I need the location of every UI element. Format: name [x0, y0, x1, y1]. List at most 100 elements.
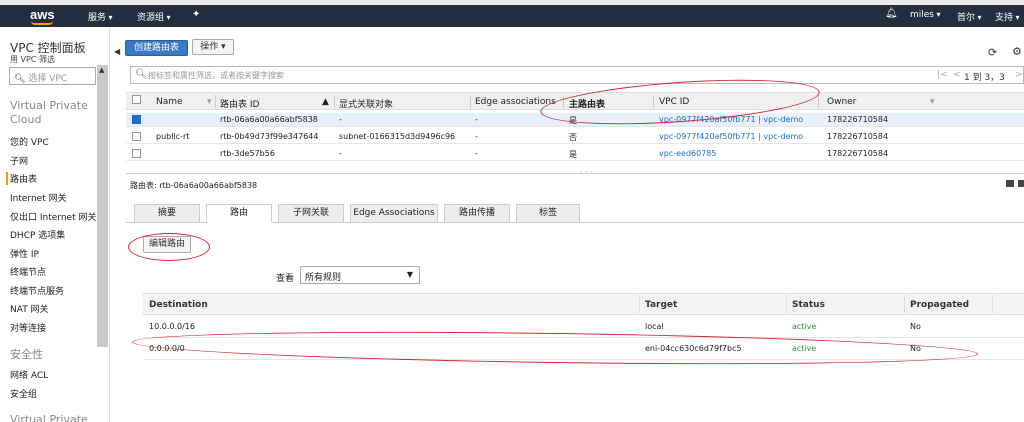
- cell-vpc-link[interactable]: vpc-0977f420af50fb771 | vpc-demo: [659, 132, 803, 141]
- tab-subnet-assoc[interactable]: 子网关联: [278, 204, 344, 223]
- region-menu[interactable]: 首尔: [957, 10, 982, 23]
- chevron-down-icon: ▼: [406, 270, 413, 279]
- sidebar-item-subnets[interactable]: 子网: [10, 154, 28, 167]
- route-propagated: No: [910, 322, 921, 331]
- sort-icon[interactable]: ▾: [930, 97, 935, 107]
- tab-edge-associations[interactable]: Edge Associations: [350, 204, 438, 223]
- sidebar-item-elastic-ip[interactable]: 弹性 IP: [10, 247, 39, 260]
- col-divider: [639, 295, 640, 313]
- sidebar-item-egress-only-gateways[interactable]: 仅出口 Internet 网关: [10, 210, 96, 223]
- sidebar-section-vpn: Virtual Private: [10, 413, 88, 422]
- aws-logo-smile: [31, 21, 53, 25]
- next-page-icon[interactable]: >: [1015, 70, 1023, 80]
- col-destination[interactable]: Destination: [149, 300, 208, 310]
- aws-logo[interactable]: aws: [30, 7, 55, 22]
- cell-id: rtb-3de57b56: [220, 149, 275, 158]
- sidebar-section-security: 安全性: [10, 348, 43, 361]
- sidebar-item-peering[interactable]: 对等连接: [10, 321, 46, 334]
- vpc-filter-select[interactable]: 🔍︎ 选择 VPC: [9, 67, 96, 85]
- cell-assoc: -: [339, 115, 342, 124]
- sidebar-section-vpc: Virtual Private Cloud: [10, 99, 88, 126]
- row-checkbox[interactable]: [132, 149, 141, 158]
- cell-vpc-link[interactable]: vpc-eed60785: [659, 149, 716, 158]
- col-owner[interactable]: Owner: [827, 97, 856, 107]
- row-checkbox[interactable]: [132, 132, 141, 141]
- tab-tags[interactable]: 标签: [516, 204, 580, 223]
- view-filter-value: 所有规则: [305, 273, 342, 283]
- layout-side-icon[interactable]: [1018, 180, 1024, 187]
- pin-icon[interactable]: ✦: [192, 9, 200, 20]
- gear-icon[interactable]: ⚙: [1012, 45, 1022, 58]
- annotation-ellipse-edit: [128, 233, 210, 261]
- chevron-down-icon: ▾: [218, 42, 226, 52]
- actions-button[interactable]: 操作 ▾: [192, 39, 234, 55]
- col-divider: [904, 295, 905, 313]
- vpc-filter-label: 用 VPC 筛选: [10, 55, 55, 64]
- filter-search-input[interactable]: 🔍︎ 按标签和属性筛选，或者按关键字搜索: [130, 66, 1024, 84]
- col-route-table-id[interactable]: 路由表 ID: [220, 97, 259, 110]
- view-label: 查看: [276, 274, 295, 284]
- route-status: active: [792, 322, 817, 331]
- table-row[interactable]: rtb-3de57b56 - - 是 vpc-eed60785 17822671…: [126, 147, 1024, 161]
- cell-assoc: -: [339, 149, 342, 158]
- layout-bottom-icon[interactable]: [1006, 180, 1014, 187]
- col-status[interactable]: Status: [792, 300, 825, 310]
- cell-edge: -: [475, 132, 478, 141]
- row-checkbox[interactable]: [132, 115, 141, 124]
- services-menu[interactable]: 服务: [88, 10, 113, 23]
- bell-icon[interactable]: 🔔︎: [885, 8, 898, 19]
- col-name[interactable]: Name: [156, 97, 183, 107]
- search-icon: 🔍︎: [14, 74, 26, 84]
- cell-owner: 178226710584: [827, 132, 889, 141]
- collapse-sidebar-icon[interactable]: ◀: [114, 47, 120, 56]
- sidebar-scrollbar[interactable]: [97, 65, 108, 347]
- cell-assoc: subnet-0166315d3d9496c96: [339, 132, 456, 141]
- tab-summary[interactable]: 摘要: [134, 204, 200, 223]
- sidebar-item-endpoints[interactable]: 终端节点: [10, 265, 46, 278]
- cell-main: 是: [569, 150, 577, 159]
- splitter-handle-icon[interactable]: - - -: [580, 168, 592, 176]
- col-divider: [215, 95, 216, 108]
- routes-header: Destination Target Status Propagated: [143, 293, 1024, 315]
- col-propagated[interactable]: Propagated: [910, 300, 969, 310]
- sidebar-item-internet-gateways[interactable]: Internet 网关: [10, 191, 67, 204]
- detail-title: 路由表: rtb-06a6a00a66abf5838: [130, 181, 258, 190]
- sort-icon[interactable]: ▾: [207, 97, 212, 107]
- sort-asc-icon[interactable]: ▲: [322, 97, 329, 107]
- col-divider: [470, 95, 471, 108]
- view-filter-select[interactable]: 所有规则 ▼: [300, 266, 420, 284]
- aws-nav-bar: aws 服务 资源组 ✦ 🔔︎ miles 首尔 支持: [0, 5, 1024, 27]
- prev-page-icon[interactable]: <: [953, 70, 961, 80]
- sidebar-item-security-groups[interactable]: 安全组: [10, 387, 37, 400]
- user-menu[interactable]: miles: [910, 10, 941, 20]
- cell-id: rtb-06a6a00a66abf5838: [220, 115, 318, 124]
- col-explicit-assoc[interactable]: 显式关联对象: [339, 97, 393, 110]
- sidebar-item-network-acl[interactable]: 网络 ACL: [10, 368, 48, 381]
- search-placeholder: 按标签和属性筛选，或者按关键字搜索: [148, 71, 284, 80]
- cell-name: public-rt: [156, 132, 190, 141]
- actions-label: 操作: [200, 42, 219, 52]
- first-page-icon[interactable]: |<: [937, 70, 948, 80]
- col-target[interactable]: Target: [645, 300, 677, 310]
- create-route-table-button[interactable]: 创建路由表: [125, 40, 188, 56]
- sidebar-item-vpcs[interactable]: 您的 VPC: [10, 135, 49, 148]
- cell-edge: -: [475, 149, 478, 158]
- sidebar: VPC 控制面板 用 VPC 筛选 🔍︎ 选择 VPC Virtual Priv…: [0, 27, 110, 422]
- scroll-up-icon[interactable]: ▲: [99, 66, 104, 74]
- support-menu[interactable]: 支持: [995, 10, 1020, 23]
- sidebar-item-endpoint-services[interactable]: 终端节点服务: [10, 284, 64, 297]
- sidebar-item-dhcp-options[interactable]: DHCP 选项集: [10, 228, 65, 241]
- route-destination: 10.0.0.0/16: [149, 322, 195, 331]
- tab-routes[interactable]: 路由: [206, 204, 272, 223]
- sidebar-item-route-tables[interactable]: 路由表: [6, 172, 37, 185]
- sidebar-item-nat-gateways[interactable]: NAT 网关: [10, 302, 49, 315]
- select-all-checkbox[interactable]: [132, 95, 141, 104]
- vpc-filter-placeholder: 选择 VPC: [28, 74, 68, 84]
- table-row[interactable]: public-rt rtb-0b49d73f99e347644 subnet-0…: [126, 130, 1024, 144]
- pane-splitter[interactable]: [126, 173, 1024, 174]
- cell-owner: 178226710584: [827, 115, 889, 124]
- col-divider: [786, 295, 787, 313]
- refresh-icon[interactable]: ⟳: [988, 46, 997, 59]
- tab-route-propagation[interactable]: 路由传播: [444, 204, 510, 223]
- resource-groups-menu[interactable]: 资源组: [137, 10, 171, 23]
